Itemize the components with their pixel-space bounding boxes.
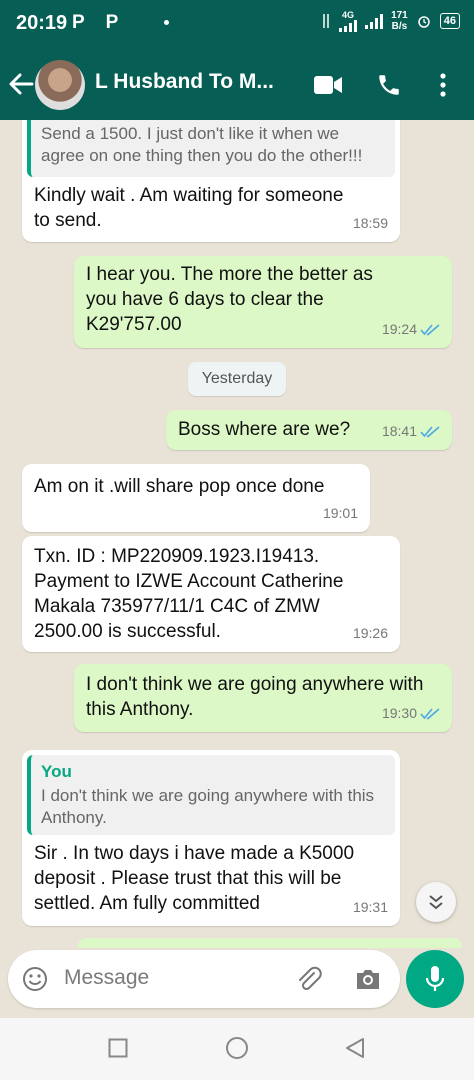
message-composer[interactable]: Message — [8, 950, 400, 1008]
home-icon[interactable] — [225, 1036, 249, 1060]
attach-icon[interactable] — [296, 965, 322, 993]
message-time: 19:31 — [352, 899, 388, 915]
back-arrow-icon[interactable] — [8, 70, 34, 98]
message-time: 18:59 — [352, 215, 388, 231]
message-bubble-incoming[interactable]: You I don't think we are going anywhere … — [22, 750, 400, 926]
message-text: Txn. ID : MP220909.1923.I19413. Payment … — [34, 546, 344, 642]
battery-level: 46 — [439, 13, 460, 29]
message-meta: 19:24 — [382, 317, 440, 342]
data-transfer-icon — [323, 14, 329, 28]
mic-icon — [425, 966, 445, 991]
quoted-message[interactable]: Send a 1500. I just don't like it when w… — [27, 120, 395, 177]
scroll-to-bottom-button[interactable] — [416, 882, 456, 922]
signal-2-icon — [365, 14, 384, 29]
message-text: Sir . In two days i have made a K5000 de… — [34, 843, 355, 914]
next-message-peek — [78, 938, 462, 948]
signal-1-icon: 4G — [339, 9, 358, 32]
voice-message-button[interactable] — [406, 950, 464, 1008]
message-text: Am on it .will share pop once done — [34, 476, 325, 497]
network-type: 4G — [342, 9, 355, 20]
chat-header: L Husband To M... — [0, 50, 474, 120]
date-separator: Yesterday — [188, 362, 286, 396]
speed-unit: B/s — [391, 21, 408, 32]
network-speed: 171 B/s — [391, 10, 408, 32]
message-meta: 19:30 — [382, 701, 440, 726]
message-bubble-outgoing[interactable]: Boss where are we? 18:41 — [166, 410, 452, 450]
message-meta: 18:41 — [382, 419, 440, 444]
contact-avatar[interactable] — [35, 60, 85, 110]
message-bubble-incoming[interactable]: Txn. ID : MP220909.1923.I19413. Payment … — [22, 536, 400, 652]
message-list[interactable]: Send a 1500. I just don't like it when w… — [0, 120, 474, 945]
voice-call-icon[interactable] — [376, 72, 402, 98]
message-bubble-outgoing[interactable]: I hear you. The more the better as you h… — [74, 256, 452, 348]
message-bubble-outgoing[interactable]: I don't think we are going anywhere with… — [74, 664, 452, 732]
message-time: 18:41 — [381, 423, 417, 439]
status-time: 20:19 — [16, 12, 68, 34]
message-input[interactable]: Message — [64, 966, 149, 990]
message-bubble-incoming[interactable]: Am on it .will share pop once done 19:01 — [22, 464, 370, 532]
recent-apps-icon[interactable] — [108, 1038, 128, 1058]
video-call-icon[interactable] — [314, 76, 342, 94]
message-time: 19:26 — [352, 625, 388, 641]
camera-icon[interactable] — [354, 967, 382, 991]
double-chevron-down-icon — [429, 895, 443, 910]
message-time: 19:30 — [381, 705, 417, 721]
status-bar: 20:19 P P 4G 171 B/s 46 — [0, 0, 474, 50]
quoted-text: Send a 1500. I just don't like it when w… — [41, 124, 363, 165]
dot-icon — [164, 20, 169, 25]
read-receipt-icon — [420, 425, 440, 438]
speed-value: 171 — [391, 10, 408, 21]
message-bubble-incoming[interactable]: Send a 1500. I just don't like it when w… — [22, 120, 400, 242]
alarm-icon — [418, 16, 430, 28]
message-time: 19:24 — [381, 321, 417, 337]
back-nav-icon[interactable] — [344, 1037, 366, 1059]
quoted-author: You — [41, 762, 72, 781]
contact-name[interactable]: L Husband To M... — [95, 70, 274, 94]
read-receipt-icon — [420, 707, 440, 720]
system-nav-bar — [0, 1018, 474, 1080]
quoted-text: I don't think we are going anywhere with… — [41, 786, 375, 827]
notification-icons: P P — [72, 12, 127, 33]
quoted-message[interactable]: You I don't think we are going anywhere … — [27, 755, 395, 835]
message-time: 19:01 — [322, 505, 358, 521]
message-text: Kindly wait . Am waiting for someone to … — [34, 185, 344, 231]
more-options-icon[interactable] — [440, 73, 446, 97]
emoji-icon[interactable] — [22, 966, 48, 992]
read-receipt-icon — [420, 323, 440, 336]
